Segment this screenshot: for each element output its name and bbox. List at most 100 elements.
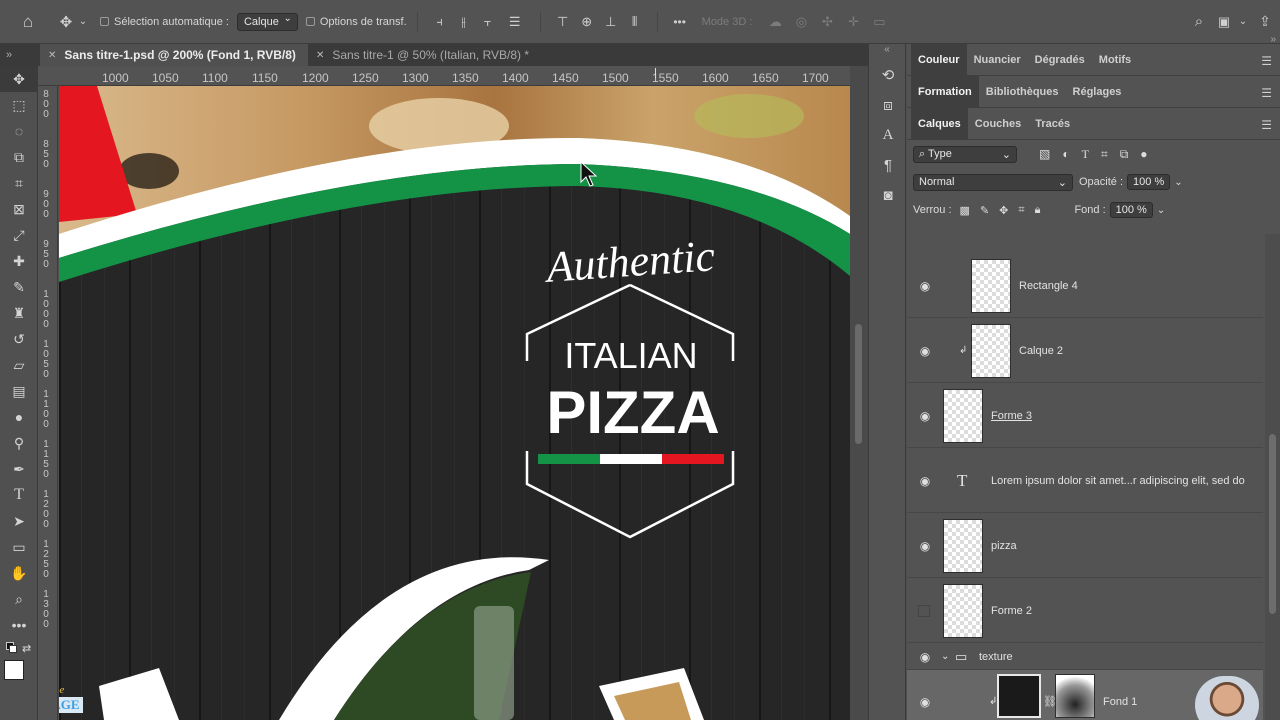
visibility-eye-icon[interactable]: ◉ (918, 650, 932, 664)
blend-mode-dropdown[interactable]: Normal ⌄ (913, 173, 1073, 191)
blur-tool-icon[interactable]: ● (0, 404, 38, 430)
stamp-tool-icon[interactable]: ♜ (0, 300, 38, 326)
layer-name[interactable]: pizza (991, 540, 1017, 552)
panel-menu-icon[interactable]: ☰ (1261, 86, 1272, 100)
distribute-v-icon[interactable]: ⫴ (623, 14, 647, 30)
layer-row[interactable]: ◉ Forme 3 (907, 384, 1263, 448)
tab-nuancier[interactable]: Nuancier (967, 44, 1028, 76)
scrollbar-thumb[interactable] (855, 324, 862, 444)
eraser-tool-icon[interactable]: ▱ (0, 352, 38, 378)
pen-tool-icon[interactable]: ✒ (0, 456, 38, 482)
chevron-down-icon[interactable]: ⌄ (1174, 177, 1182, 188)
eyedropper-tool-icon[interactable]: ⤢ (0, 222, 38, 248)
scrollbar-thumb[interactable] (1269, 434, 1276, 614)
layers-scrollbar[interactable] (1265, 234, 1280, 720)
align-top-icon[interactable]: ⊤ (551, 14, 575, 30)
camera-3d-icon[interactable]: ▭ (866, 14, 892, 30)
healing-tool-icon[interactable]: ✚ (0, 248, 38, 274)
default-colors-icon[interactable] (6, 642, 20, 656)
chevron-down-icon[interactable]: ⌄ (941, 651, 949, 662)
horizontal-ruler[interactable]: 1000 1050 1100 1150 1200 1250 1300 1350 … (38, 66, 850, 86)
tab-formation[interactable]: Formation (911, 75, 979, 108)
collapse-icon[interactable]: « (869, 44, 905, 60)
layer-row[interactable]: ◉ pizza (907, 514, 1263, 578)
share-icon[interactable]: ⇪ (1250, 13, 1280, 30)
tab-bibliotheques[interactable]: Bibliothèques (979, 76, 1066, 108)
filter-toggle-icon[interactable]: ● (1140, 147, 1147, 161)
zoom-tool-icon[interactable]: ⌕ (0, 586, 38, 612)
layer-name[interactable]: Rectangle 4 (1019, 280, 1078, 292)
hand-tool-icon[interactable]: ✋ (0, 560, 38, 586)
crop-tool-icon[interactable]: ⌗ (0, 170, 38, 196)
gradient-tool-icon[interactable]: ▤ (0, 378, 38, 404)
layer-row[interactable]: ◉ ↲ Calque 2 (907, 319, 1263, 383)
document-canvas[interactable]: Authentic ITALIAN PIZZA Groupe MIAGE (59, 86, 850, 720)
move-tool-icon[interactable]: ✥ (0, 66, 38, 92)
auto-select-checkbox[interactable] (100, 17, 109, 26)
tab-calques[interactable]: Calques (911, 107, 968, 140)
layer-name[interactable]: Calque 2 (1019, 345, 1063, 357)
visibility-toggle-off[interactable] (918, 604, 930, 617)
orbit-3d-icon[interactable]: ☁ (762, 14, 788, 30)
align-center-icon[interactable]: ⫲ (452, 14, 476, 30)
visibility-eye-icon[interactable]: ◉ (918, 409, 932, 423)
history-brush-icon[interactable]: ↺ (0, 326, 38, 352)
align-middle-icon[interactable]: ⊕ (575, 14, 599, 30)
more-tools-icon[interactable]: ••• (0, 612, 38, 638)
workspace-icon[interactable]: ▣ (1212, 14, 1236, 30)
tab-couleur[interactable]: Couleur (911, 43, 967, 76)
brush-tool-icon[interactable]: ✎ (0, 274, 38, 300)
tab-couches[interactable]: Couches (968, 108, 1028, 140)
frame-tool-icon[interactable]: ⊠ (0, 196, 38, 222)
visibility-eye-icon[interactable]: ◉ (918, 695, 932, 709)
visibility-eye-icon[interactable]: ◉ (918, 539, 932, 553)
lock-artboard-icon[interactable]: ⌗ (1018, 204, 1024, 217)
opacity-input[interactable]: 100 % (1127, 174, 1171, 190)
chevron-down-icon[interactable]: ⌄ (1236, 16, 1250, 27)
move-tool-icon[interactable]: ✥ (56, 13, 76, 31)
panel-menu-icon[interactable]: ☰ (1261, 54, 1272, 68)
visibility-eye-icon[interactable]: ◉ (918, 474, 932, 488)
close-icon[interactable]: ✕ (316, 50, 324, 61)
panel-menu-icon[interactable]: ☰ (1261, 118, 1272, 132)
layer-row[interactable]: ◉ Rectangle 4 (907, 254, 1263, 318)
more-options-icon[interactable]: ••• (668, 15, 692, 29)
close-icon[interactable]: ✕ (48, 50, 56, 61)
camera-panel-icon[interactable]: ◙ (869, 180, 907, 210)
rotate-3d-icon[interactable]: ◎ (788, 14, 814, 30)
tab-document-1[interactable]: ✕ Sans titre-1.psd @ 200% (Fond 1, RVB/8… (40, 44, 308, 66)
collapse-tools-icon[interactable]: » (0, 49, 40, 61)
filter-type-icon[interactable]: T (1082, 147, 1089, 162)
character-panel-icon[interactable]: A (869, 120, 907, 150)
path-select-tool-icon[interactable]: ➤ (0, 508, 38, 534)
layer-row-selected[interactable]: ◉ ↲ ⛓ Fond 1 (907, 670, 1263, 720)
lasso-tool-icon[interactable]: ◌ (0, 118, 38, 144)
tab-traces[interactable]: Tracés (1028, 108, 1077, 140)
fill-input[interactable]: 100 % (1109, 202, 1153, 218)
lock-all-icon[interactable]: 🔒︎ (1035, 204, 1041, 217)
dodge-tool-icon[interactable]: ⚲ (0, 430, 38, 456)
filter-smart-object-icon[interactable]: ⧉ (1120, 147, 1129, 162)
filter-shape-icon[interactable]: ⌗ (1101, 147, 1108, 162)
home-icon[interactable]: ⌂ (0, 12, 56, 32)
group-row[interactable]: ◉ ⌄ ▭ texture (907, 644, 1263, 670)
layer-name[interactable]: Lorem ipsum dolor sit amet...r adipiscin… (991, 475, 1259, 487)
align-right-icon[interactable]: ⫟ (476, 14, 500, 30)
foreground-color-swatch[interactable] (4, 660, 24, 680)
type-tool-icon[interactable]: T (0, 482, 38, 508)
align-bottom-icon[interactable]: ⊥ (599, 14, 623, 30)
filter-pixel-icon[interactable]: ▧ (1039, 147, 1050, 161)
chevron-down-icon[interactable]: ⌄ (1157, 205, 1165, 216)
rectangle-tool-icon[interactable]: ▭ (0, 534, 38, 560)
chevron-down-icon[interactable]: ⌄ (76, 16, 90, 27)
tab-motifs[interactable]: Motifs (1092, 44, 1138, 76)
tab-reglages[interactable]: Réglages (1066, 76, 1129, 108)
object-select-tool-icon[interactable]: ⧉ (0, 144, 38, 170)
marquee-tool-icon[interactable]: ⬚ (0, 92, 38, 118)
tab-degrades[interactable]: Dégradés (1028, 44, 1092, 76)
history-panel-icon[interactable]: ⟲ (869, 60, 907, 90)
layer-row[interactable]: Forme 2 (907, 579, 1263, 643)
visibility-eye-icon[interactable]: ◉ (918, 344, 932, 358)
layer-name[interactable]: Fond 1 (1103, 696, 1137, 708)
swap-colors-icon[interactable]: ⇄ (22, 642, 31, 655)
